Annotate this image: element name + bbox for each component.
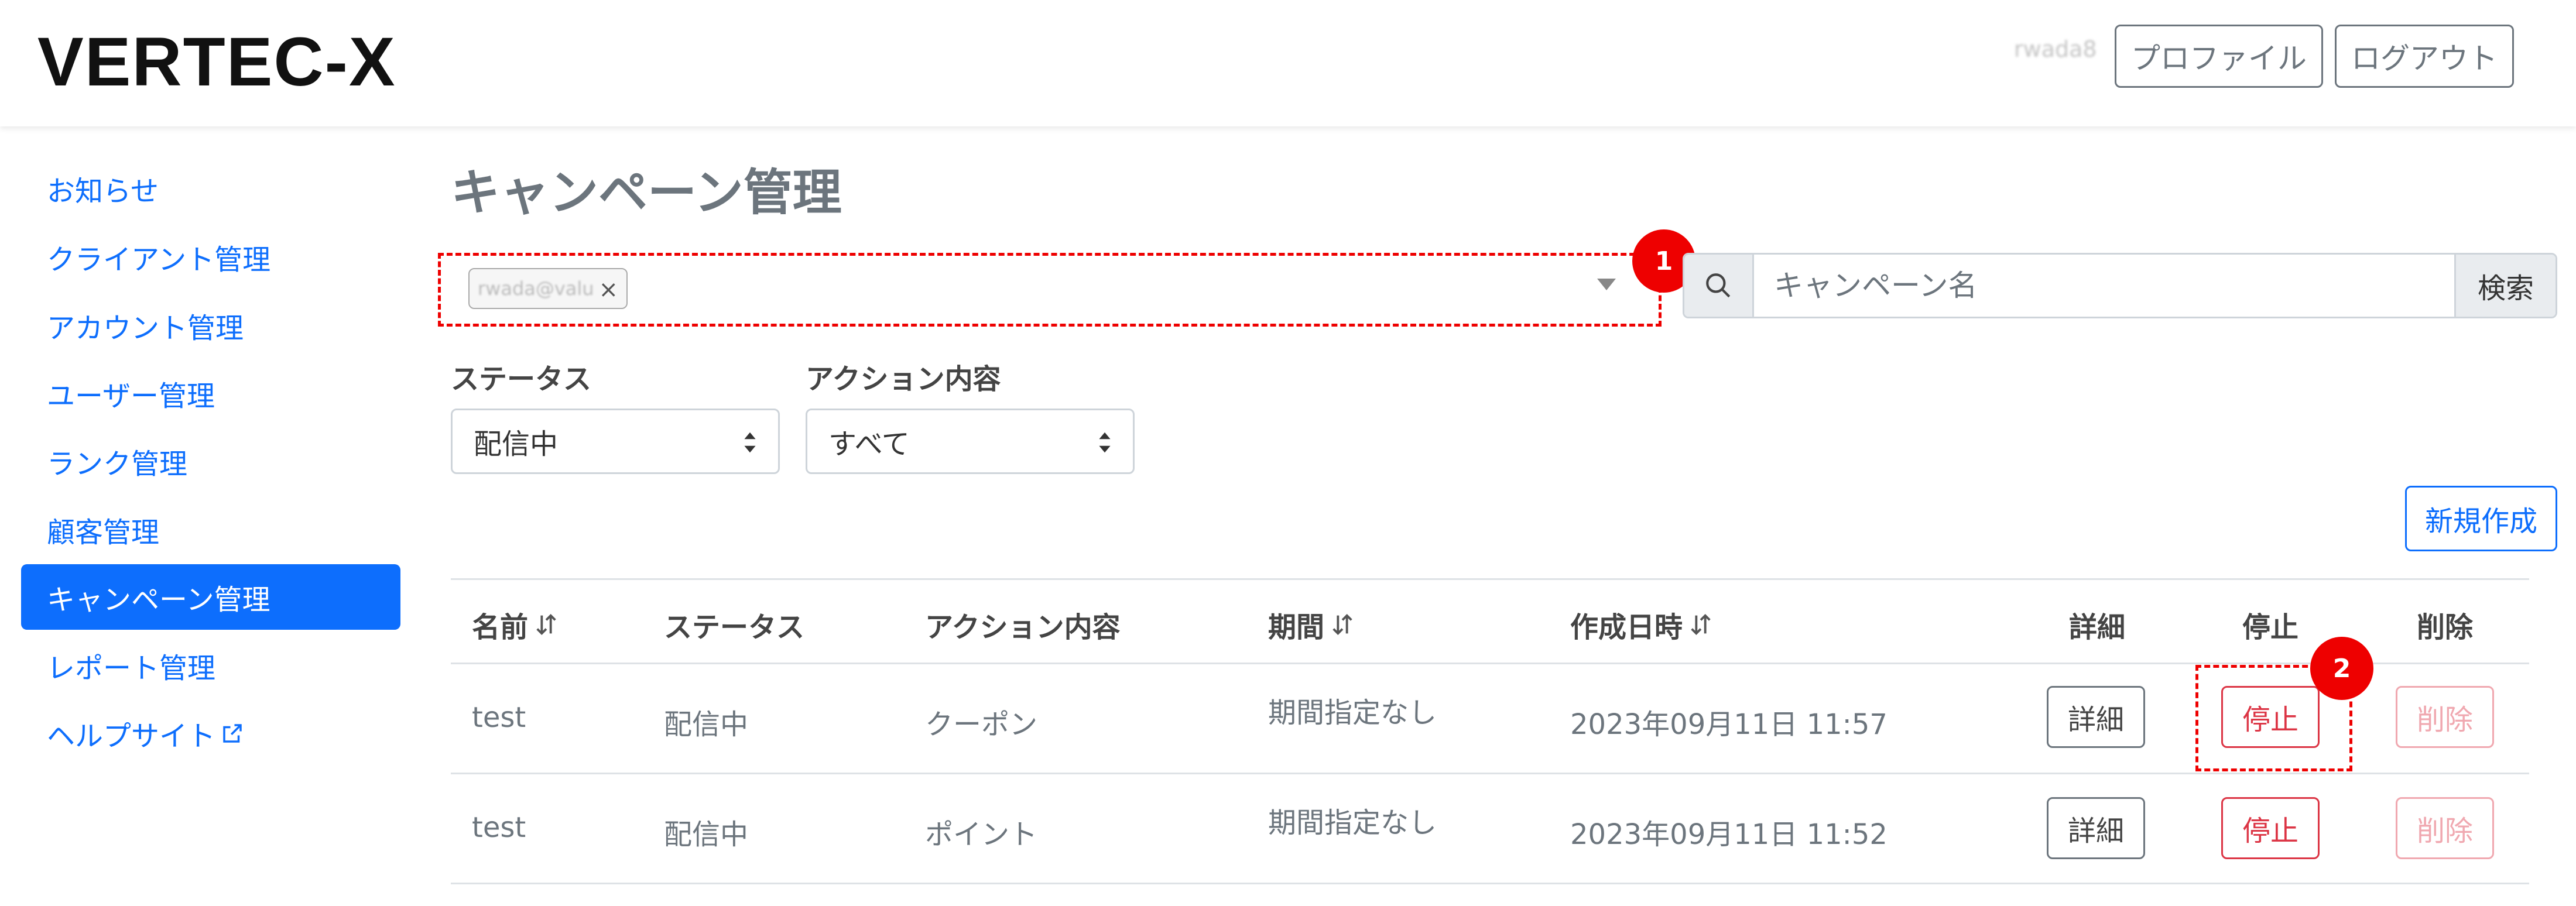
sidebar-item-campaign-management[interactable]: キャンペーン管理 bbox=[21, 564, 400, 630]
action-filter-label: アクション内容 bbox=[806, 363, 1001, 396]
app-logo[interactable]: VERTEC-X bbox=[37, 21, 396, 104]
client-tag[interactable]: rwada@valu × bbox=[468, 268, 628, 309]
sidebar-item-help-site[interactable]: ヘルプサイト bbox=[21, 701, 400, 766]
campaign-search-input[interactable] bbox=[1754, 255, 2454, 317]
column-header-delete: 削除 bbox=[2417, 611, 2474, 644]
delete-button[interactable]: 削除 bbox=[2396, 686, 2494, 748]
status-select[interactable]: 配信中 bbox=[451, 409, 780, 474]
cell-created: 2023年09月11日 11:52 bbox=[1570, 818, 1888, 851]
status-select-value: 配信中 bbox=[474, 428, 559, 461]
new-campaign-button[interactable]: 新規作成 bbox=[2405, 486, 2557, 551]
sidebar-item-user-management[interactable]: ユーザー管理 bbox=[21, 361, 400, 426]
column-header-created[interactable]: 作成日時 bbox=[1570, 604, 1714, 645]
select-arrows-icon bbox=[1099, 432, 1111, 453]
cell-status: 配信中 bbox=[664, 708, 749, 741]
page-title: キャンペーン管理 bbox=[451, 164, 842, 221]
cell-period: 期間指定なし bbox=[1268, 696, 1437, 729]
dropdown-caret-icon[interactable] bbox=[1597, 279, 1616, 290]
column-header-period[interactable]: 期間 bbox=[1268, 604, 1356, 645]
column-header-detail: 詳細 bbox=[2069, 611, 2126, 644]
column-header-action: アクション内容 bbox=[925, 611, 1121, 644]
sidebar-item-customer-management[interactable]: 顧客管理 bbox=[21, 497, 400, 562]
sidebar-item-rank-management[interactable]: ランク管理 bbox=[21, 428, 400, 494]
sidebar-item-label: ヘルプサイト bbox=[47, 720, 216, 753]
external-link-icon bbox=[223, 724, 242, 743]
table-row-divider bbox=[451, 883, 2529, 884]
sidebar-item-account-management[interactable]: アカウント管理 bbox=[21, 293, 400, 358]
cell-created: 2023年09月11日 11:57 bbox=[1570, 708, 1888, 741]
cell-name: test bbox=[472, 811, 526, 844]
column-header-stop: 停止 bbox=[2242, 611, 2299, 644]
cell-action: ポイント bbox=[925, 818, 1038, 851]
cell-status: 配信中 bbox=[664, 818, 749, 851]
sidebar-item-client-management[interactable]: クライアント管理 bbox=[21, 224, 400, 290]
column-header-name[interactable]: 名前 bbox=[472, 604, 560, 645]
sort-icon bbox=[1332, 613, 1352, 636]
annotation-badge-2: 2 bbox=[2310, 637, 2373, 700]
sidebar-item-news[interactable]: お知らせ bbox=[21, 156, 400, 221]
action-select[interactable]: すべて bbox=[806, 409, 1135, 474]
status-filter-label: ステータス bbox=[451, 363, 592, 396]
search-icon bbox=[1684, 255, 1754, 317]
client-tag-label: rwada@valu bbox=[478, 277, 594, 300]
tag-remove-icon[interactable]: × bbox=[598, 276, 618, 303]
cell-action: クーポン bbox=[925, 708, 1038, 741]
sort-icon bbox=[536, 613, 556, 636]
search-button[interactable]: 検索 bbox=[2454, 255, 2556, 317]
campaign-search-group: 検索 bbox=[1683, 253, 2557, 318]
profile-button[interactable]: プロファイル bbox=[2115, 25, 2323, 88]
table-top-border bbox=[451, 578, 2529, 580]
delete-button[interactable]: 削除 bbox=[2396, 797, 2494, 859]
table-header-border bbox=[451, 663, 2529, 664]
column-header-status: ステータス bbox=[664, 611, 805, 644]
logout-button[interactable]: ログアウト bbox=[2335, 25, 2514, 88]
table-row-divider bbox=[451, 773, 2529, 774]
username-label: rwada8 bbox=[2014, 36, 2097, 62]
sidebar-item-report-management[interactable]: レポート管理 bbox=[21, 633, 400, 698]
cell-name: test bbox=[472, 701, 526, 734]
detail-button[interactable]: 詳細 bbox=[2047, 686, 2145, 748]
detail-button[interactable]: 詳細 bbox=[2047, 797, 2145, 859]
sort-icon bbox=[1691, 613, 1711, 636]
select-arrows-icon bbox=[744, 432, 756, 453]
cell-period: 期間指定なし bbox=[1268, 807, 1437, 839]
action-select-value: すべて bbox=[828, 428, 910, 461]
stop-button[interactable]: 停止 bbox=[2221, 797, 2320, 859]
